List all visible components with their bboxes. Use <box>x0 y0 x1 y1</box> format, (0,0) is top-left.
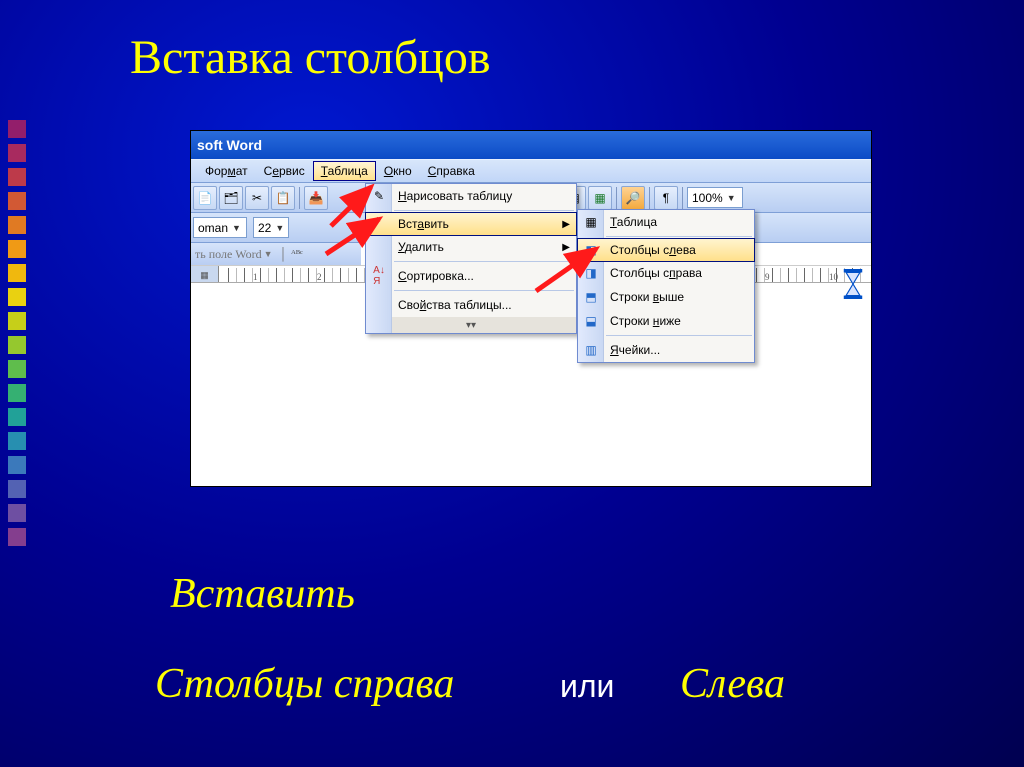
bullet-square <box>8 432 26 450</box>
font-size: 22 <box>258 221 271 235</box>
bullet-square <box>8 312 26 330</box>
bullet-square <box>8 504 26 522</box>
zoom-combo[interactable]: 100% ▼ <box>687 187 743 208</box>
chevron-down-icon: ▼ <box>232 223 241 233</box>
tb-new-icon[interactable]: 📄 <box>193 186 217 210</box>
menu-window[interactable]: Окно <box>376 161 420 181</box>
bullet-square <box>8 384 26 402</box>
word-screenshot: soft Word Формат Сервис Таблица Окно Спр… <box>190 130 872 487</box>
tb-open-icon[interactable]: 🗂 <box>219 186 243 210</box>
menu-service[interactable]: Сервис <box>256 161 313 181</box>
separator <box>299 187 300 209</box>
fontsize-combo[interactable]: 22 ▼ <box>253 217 289 238</box>
menu-separator <box>606 335 752 336</box>
menu-table[interactable]: Таблица <box>313 161 376 181</box>
bullet-square <box>8 408 26 426</box>
menu-separator <box>394 290 574 291</box>
bullet-square <box>8 192 26 210</box>
menu-help[interactable]: Справка <box>420 161 483 181</box>
caption-left: Слева <box>680 660 785 708</box>
menu-table-props[interactable]: Свойства таблицы... <box>366 293 576 317</box>
zoom-value: 100% <box>692 191 723 205</box>
menu-draw-table[interactable]: ✎ Нарисовать таблицу <box>366 184 576 208</box>
menu-bar: Формат Сервис Таблица Окно Справка <box>191 159 871 183</box>
caption-cols-right: Столбцы справа <box>155 660 454 708</box>
menu-sort[interactable]: А↓Я Сортировка... <box>366 264 576 288</box>
bullet-square <box>8 360 26 378</box>
bullet-square <box>8 144 26 162</box>
font-name: oman <box>198 221 228 235</box>
expand-menu-icon[interactable]: ▾▾ <box>366 317 576 333</box>
submenu-cols-right[interactable]: ◨ Столбцы справа <box>578 261 754 285</box>
ruler-tab-icon[interactable]: ▦ <box>191 266 219 283</box>
separator <box>649 187 650 209</box>
submenu-arrow-icon: ▶ <box>562 219 570 230</box>
chevron-down-icon: ▼ <box>275 223 284 233</box>
word-titlebar: soft Word <box>191 131 871 159</box>
submenu-arrow-icon: ▶ <box>562 242 570 253</box>
tb-paste-icon[interactable]: 📥 <box>304 186 328 210</box>
tb-cut-icon[interactable]: ✂ <box>245 186 269 210</box>
bullet-square <box>8 240 26 258</box>
tb-excel-icon[interactable]: ▦ <box>588 186 612 210</box>
submenu-table[interactable]: ▦ Таблица <box>578 210 754 234</box>
bullet-square <box>8 168 26 186</box>
submenu-insert: ▦ Таблица ◧ Столбцы слева ◨ Столбцы спра… <box>577 209 755 363</box>
bullet-square <box>8 264 26 282</box>
bullet-square <box>8 288 26 306</box>
slide-title: Вставка столбцов <box>130 30 491 85</box>
separator <box>682 187 683 209</box>
menu-separator <box>394 210 574 211</box>
submenu-rows-below[interactable]: ⬓ Строки ниже <box>578 309 754 333</box>
tb-chart-icon[interactable]: 🔎 <box>621 186 645 210</box>
menu-table-dropdown: ✎ Нарисовать таблицу Вставить ▶ Удалить … <box>365 183 577 334</box>
menu-separator <box>394 261 574 262</box>
bullet-square <box>8 336 26 354</box>
submenu-cols-left[interactable]: ◧ Столбцы слева <box>577 238 755 262</box>
menu-delete[interactable]: Удалить ▶ <box>366 235 576 259</box>
menu-format[interactable]: Формат <box>197 161 256 181</box>
cells-icon: ▥ <box>582 341 600 359</box>
word-title-text: soft Word <box>197 137 262 153</box>
tb-copy-icon[interactable]: 📋 <box>271 186 295 210</box>
col-right-icon: ◨ <box>582 264 600 282</box>
bullet-square <box>8 480 26 498</box>
font-combo[interactable]: oman ▼ <box>193 217 247 238</box>
row-above-icon: ⬒ <box>582 288 600 306</box>
slide-bullet-column <box>8 0 26 546</box>
word-field-label[interactable]: ть поле Word <box>195 247 262 262</box>
separator <box>616 187 617 209</box>
submenu-cells[interactable]: ▥ Ячейки... <box>578 338 754 362</box>
menu-separator <box>606 236 752 237</box>
bullet-square <box>8 120 26 138</box>
bullet-square <box>8 456 26 474</box>
chevron-down-icon: ▼ <box>727 193 736 203</box>
bullet-square <box>8 216 26 234</box>
pencil-icon: ✎ <box>370 187 388 205</box>
caption-insert: Вставить <box>170 570 355 618</box>
hourglass-cursor-icon <box>841 269 865 299</box>
menu-insert[interactable]: Вставить ▶ <box>365 212 577 236</box>
caption-or: или <box>560 668 614 705</box>
row-below-icon: ⬓ <box>582 312 600 330</box>
submenu-rows-above[interactable]: ⬒ Строки выше <box>578 285 754 309</box>
table-icon: ▦ <box>582 213 600 231</box>
col-left-icon: ◧ <box>582 241 600 259</box>
abc-icon[interactable]: ᴬᴮᶜ <box>291 248 303 260</box>
sort-icon: А↓Я <box>370 267 388 285</box>
tb-pilcrow-icon[interactable]: ¶ <box>654 186 678 210</box>
bullet-square <box>8 528 26 546</box>
